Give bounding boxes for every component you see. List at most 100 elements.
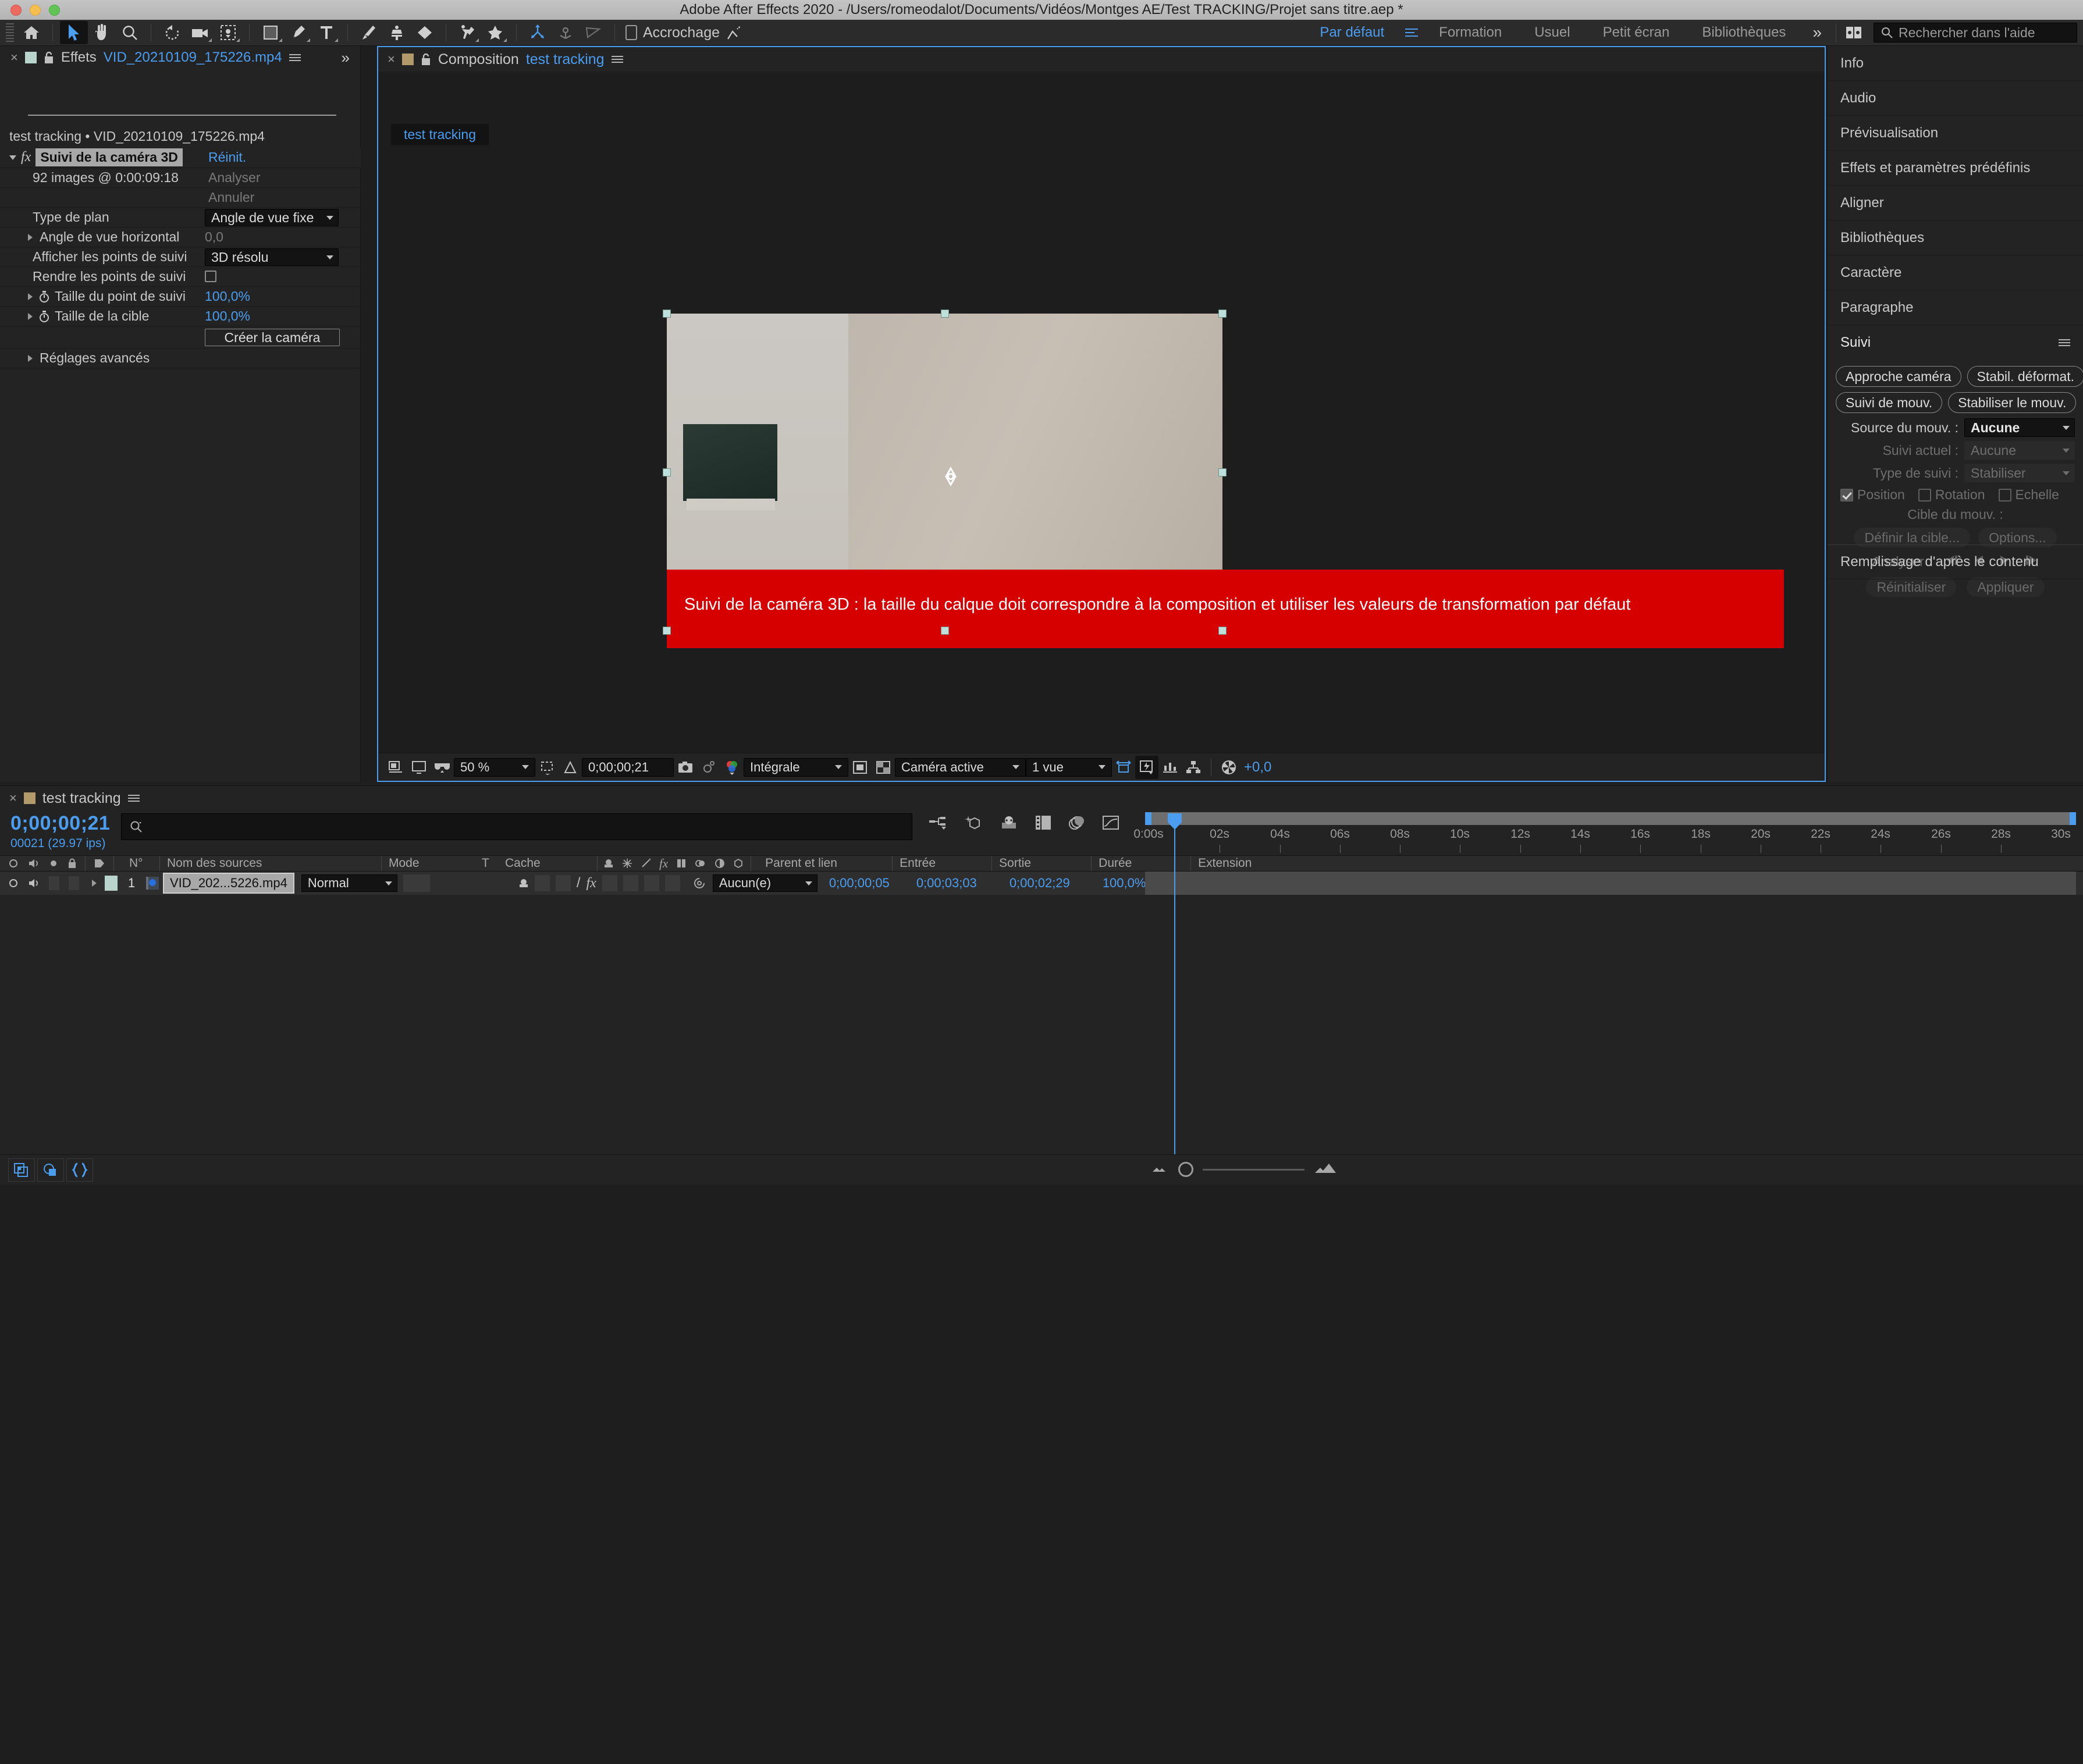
effect-header-row[interactable]: fx Suivi de la caméra 3D Réinit. (0, 147, 361, 168)
effect-controls-file[interactable]: VID_20210109_175226.mp4 (104, 49, 282, 66)
param-value-target-size[interactable]: 100,0% (205, 308, 250, 324)
window-controls[interactable] (10, 5, 60, 16)
composition-panel[interactable]: × Composition test tracking test trackin… (377, 46, 1826, 782)
timeline-column-headers[interactable]: N° Nom des sources Mode T Cache fx Paren… (0, 855, 2083, 872)
workspace-item-default[interactable]: Par défaut (1303, 24, 1400, 41)
workspace-bar[interactable]: Par défaut Formation Usuel Petit écran B… (1303, 21, 2083, 44)
switch-cell[interactable] (644, 875, 659, 891)
track-properties-row[interactable]: Position Rotation Echelle (1840, 487, 2075, 503)
tools-toolbar[interactable]: Accrochage Par défaut Formation Usuel Pe… (0, 20, 2083, 46)
switch-cell[interactable] (602, 875, 617, 891)
local-axis-mode-icon[interactable] (524, 21, 552, 44)
timeline-current-time[interactable]: 0;00;00;21 00021 (29.97 ips) (10, 812, 110, 851)
workspace-item-petit-ecran[interactable]: Petit écran (1587, 24, 1686, 41)
create-camera-row[interactable]: Créer la caméra (0, 326, 361, 348)
selection-handle[interactable] (941, 627, 949, 635)
text-tool[interactable] (312, 21, 340, 44)
layer-mode-dropdown[interactable]: Normal (301, 874, 397, 892)
minimize-window-button[interactable] (30, 5, 41, 16)
sidebar-item-effects-presets[interactable]: Effets et paramètres prédéfinis (1828, 151, 2083, 186)
timeline-switch-icons[interactable] (929, 815, 1119, 835)
composition-viewer-toolbar[interactable]: 50 % 0;00;00;21 Intégrale Caméra active … (378, 753, 1825, 781)
workspace-item-formation[interactable]: Formation (1423, 24, 1518, 41)
tracker-button-row-1[interactable]: Approche caméra Stabil. déformat. (1836, 366, 2083, 387)
shy-icon[interactable] (518, 878, 529, 888)
timeline-comp-name[interactable]: test tracking (42, 790, 121, 807)
sidebar-item-audio[interactable]: Audio (1828, 81, 2083, 116)
toggle-switches-modes-icon[interactable] (8, 1158, 35, 1182)
panel-menu-icon[interactable] (2059, 339, 2070, 346)
parent-pickwhip-icon[interactable] (693, 877, 706, 890)
timeline-panel[interactable]: × test tracking (0, 785, 2083, 1185)
main-viewer-icon[interactable] (407, 756, 431, 779)
lock-toggle[interactable] (69, 876, 79, 890)
layer-source-name[interactable]: VID_202...5226.mp4 (163, 873, 294, 894)
effect-name[interactable]: Suivi de la caméra 3D (35, 148, 183, 166)
render-points-checkbox[interactable] (205, 271, 216, 282)
audio-icon[interactable] (28, 858, 40, 869)
solo-toggle[interactable] (49, 876, 59, 890)
magnification-dropdown[interactable]: 50 % (454, 757, 535, 777)
selection-handle[interactable] (1218, 627, 1227, 635)
workspace-settings-icon[interactable] (1840, 21, 1868, 44)
close-icon[interactable]: × (388, 52, 395, 67)
layer-in-point[interactable]: 0;00;00;05 (829, 876, 916, 891)
eye-icon[interactable] (8, 858, 19, 869)
panel-menu-icon[interactable] (289, 54, 301, 61)
views-count-dropdown[interactable]: 1 vue (1026, 757, 1112, 777)
stabilize-motion-button[interactable]: Stabiliser le mouv. (1948, 392, 2077, 413)
show-track-points-dropdown[interactable]: 3D résolu (205, 248, 339, 266)
toolbar-grip[interactable] (6, 23, 14, 42)
frame-blend-icon[interactable] (676, 858, 687, 869)
world-axis-mode-icon[interactable] (552, 21, 580, 44)
composition-mini-flowchart-icon[interactable] (929, 815, 948, 835)
workspace-overflow-icon[interactable]: » (1802, 23, 1832, 42)
shy-icon[interactable] (603, 858, 614, 869)
camera-track-button[interactable]: Approche caméra (1836, 366, 1961, 387)
quality-switch-icon[interactable]: / (577, 875, 581, 891)
hand-tool[interactable] (88, 21, 116, 44)
workspace-menu-icon[interactable] (1405, 29, 1419, 37)
always-preview-icon[interactable] (384, 756, 407, 779)
param-value-track-point-size[interactable]: 100,0% (205, 289, 250, 304)
roto-brush-tool[interactable] (453, 21, 481, 44)
toggle-transparency-grid-icon[interactable] (872, 756, 895, 779)
effect-parameter-list[interactable]: fx Suivi de la caméra 3D Réinit. 92 imag… (0, 147, 361, 368)
selection-handle[interactable] (663, 627, 671, 635)
effects-switch-icon[interactable]: fx (659, 856, 668, 871)
snapping-checkbox[interactable] (625, 25, 637, 40)
track-matte-cell[interactable] (403, 874, 430, 892)
playhead[interactable] (1168, 813, 1182, 1164)
stopwatch-icon[interactable] (38, 290, 50, 303)
selection-tool[interactable] (60, 21, 88, 44)
sidebar-item-character[interactable]: Caractère (1828, 255, 2083, 290)
cancel-button[interactable]: Annuler (208, 190, 254, 205)
work-area-bar[interactable] (1145, 812, 2076, 825)
effect-reset-button[interactable]: Réinit. (208, 150, 246, 165)
exposure-value[interactable]: +0,0 (1244, 759, 1271, 776)
motion-blur-icon[interactable] (1068, 815, 1086, 835)
anchor-point-tool[interactable] (214, 21, 242, 44)
timeline-bottom-bar[interactable] (0, 1154, 2083, 1185)
param-value-fov[interactable]: 0,0 (205, 229, 223, 245)
region-of-interest-icon[interactable] (535, 756, 559, 779)
expressions-icon[interactable] (66, 1158, 93, 1182)
column-header-parent[interactable]: Parent et lien (758, 856, 892, 870)
zoom-out-icon[interactable] (1149, 1161, 1169, 1178)
fast-previews-icon[interactable] (1135, 755, 1158, 779)
camera-view-dropdown[interactable]: Caméra active (895, 757, 1026, 777)
shot-type-dropdown[interactable]: Angle de vue fixe (205, 209, 339, 226)
column-header-in[interactable]: Entrée (893, 856, 991, 870)
position-checkbox[interactable] (1840, 488, 1853, 502)
blend-modes-icon[interactable] (37, 1158, 64, 1182)
param-row-track-point-size[interactable]: Taille du point de suivi 100,0% (0, 287, 361, 307)
timeline-search-field[interactable] (121, 813, 912, 840)
rotation-checkbox[interactable] (1918, 488, 1931, 502)
effects-switch-icon[interactable]: fx (586, 876, 596, 891)
motion-source-dropdown[interactable]: Aucune (1964, 418, 2075, 437)
column-header-out[interactable]: Sortie (992, 856, 1091, 870)
brush-tool[interactable] (355, 21, 383, 44)
switch-cell[interactable] (664, 875, 680, 891)
motion-source-row[interactable]: Source du mouv. : Aucune (1836, 418, 2075, 437)
camera-tool[interactable] (186, 21, 214, 44)
